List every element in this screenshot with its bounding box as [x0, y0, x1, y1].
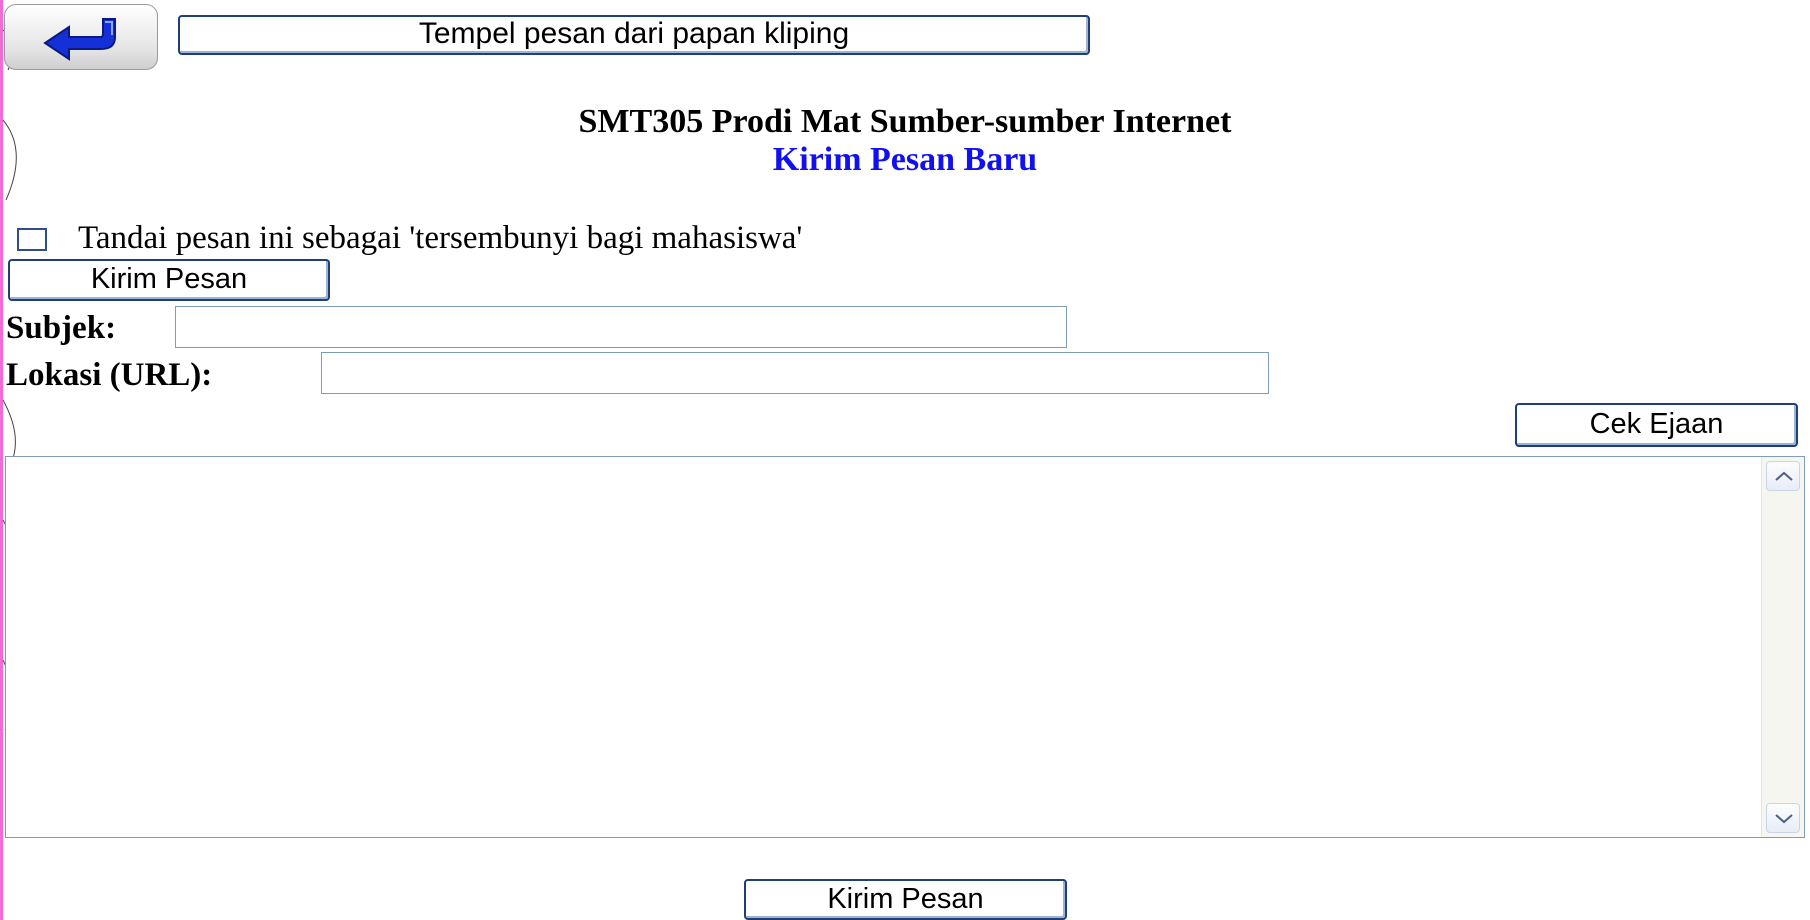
message-textarea[interactable]	[6, 457, 1762, 837]
message-body	[5, 456, 1805, 838]
page-subtitle: Kirim Pesan Baru	[772, 141, 1038, 178]
subject-label: Subjek:	[6, 310, 117, 346]
send-message-button-top[interactable]: Kirim Pesan	[8, 259, 330, 301]
spellcheck-button[interactable]: Cek Ejaan	[1515, 403, 1798, 447]
message-scrollbar[interactable]	[1761, 457, 1804, 837]
hidden-from-students-label: Tandai pesan ini sebagai 'tersembunyi ba…	[78, 220, 803, 256]
chevron-down-icon	[1775, 814, 1793, 824]
subject-input[interactable]	[175, 306, 1067, 348]
send-message-button-bottom[interactable]: Kirim Pesan	[744, 879, 1067, 920]
return-arrow-icon	[43, 18, 116, 61]
page-title: SMT305 Prodi Mat Sumber-sumber Internet	[578, 103, 1232, 140]
url-input[interactable]	[321, 352, 1269, 394]
back-button[interactable]	[4, 4, 158, 70]
paste-from-clipboard-button[interactable]: Tempel pesan dari papan kliping	[178, 15, 1090, 55]
hidden-from-students-checkbox[interactable]	[17, 228, 47, 251]
scroll-down-button[interactable]	[1766, 803, 1800, 833]
url-label: Lokasi (URL):	[6, 357, 213, 393]
scroll-up-button[interactable]	[1766, 461, 1800, 491]
chevron-up-icon	[1775, 471, 1793, 481]
page: Tempel pesan dari papan kliping SMT305 P…	[0, 0, 1810, 920]
